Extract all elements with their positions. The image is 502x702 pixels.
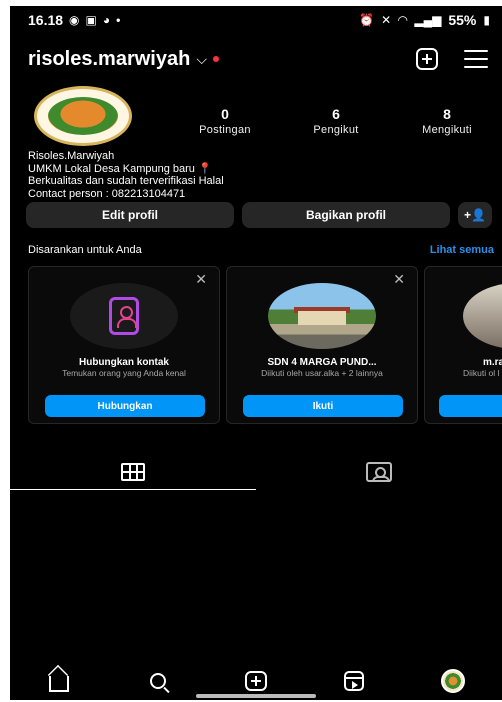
share-profile-button[interactable]: Bagikan profil bbox=[242, 202, 450, 228]
alarm-icon: ⏰ bbox=[359, 13, 375, 27]
profile-header: risoles.marwiyah ⌵ bbox=[10, 42, 502, 76]
profile-actions: Edit profil Bagikan profil +👤 bbox=[26, 202, 498, 228]
mute-icon: ✕ bbox=[381, 13, 392, 27]
tab-tagged[interactable] bbox=[256, 454, 502, 490]
card-name[interactable]: m.ra bbox=[483, 357, 502, 368]
stat-label: Pengikut bbox=[313, 124, 359, 136]
card-name: Hubungkan kontak bbox=[78, 357, 169, 368]
school-photo[interactable] bbox=[268, 283, 376, 349]
reels-icon bbox=[344, 671, 365, 691]
suggestion-card-school: ✕ SDN 4 MARGA PUND... Diikuti oleh usar.… bbox=[226, 266, 418, 424]
card-subtitle: Diikuti ol l bbox=[463, 368, 500, 378]
edit-profile-button[interactable]: Edit profil bbox=[26, 202, 234, 228]
bio-name: Risoles.Marwiyah bbox=[28, 150, 115, 162]
whatsapp-notification-icon: ◉ bbox=[69, 13, 80, 27]
stat-value: 6 bbox=[332, 106, 340, 122]
add-user-button[interactable]: +👤 bbox=[458, 202, 492, 228]
bio-line-1: UMKM Lokal Desa Kampung baru 📍 bbox=[28, 163, 224, 176]
home-icon bbox=[49, 676, 70, 692]
bio-line-1-text: UMKM Lokal Desa Kampung baru bbox=[28, 162, 195, 175]
create-icon bbox=[244, 671, 267, 691]
follow-button[interactable] bbox=[439, 395, 502, 417]
card-name[interactable]: SDN 4 MARGA PUND... bbox=[227, 357, 417, 368]
profile-avatar[interactable] bbox=[34, 86, 132, 146]
signal-icon: ▂▄▆ bbox=[414, 13, 442, 27]
battery-percent: 55% bbox=[448, 12, 477, 28]
battery-icon: ▮ bbox=[483, 13, 490, 27]
contact-book-icon bbox=[109, 297, 139, 335]
wifi-icon: ◠ bbox=[398, 13, 408, 27]
profile-tabs bbox=[10, 454, 502, 490]
add-user-icon: +👤 bbox=[464, 208, 486, 222]
status-bar: 16.18 ◉ ▣ ◕ • ⏰ ✕ ◠ ▂▄▆ 55% ▮ bbox=[10, 6, 502, 34]
message-notification-icon: ◕ bbox=[102, 13, 111, 27]
bio-line-2: Berkualitas dan sudah terverifikasi Hala… bbox=[28, 175, 224, 187]
suggestion-card-contacts: ✕ Hubungkan kontak Temukan orang yang An… bbox=[28, 266, 220, 424]
nav-profile[interactable] bbox=[433, 666, 473, 696]
more-notifications-icon: • bbox=[116, 13, 121, 27]
nav-create[interactable] bbox=[236, 666, 276, 696]
person-photo[interactable] bbox=[463, 283, 502, 349]
connect-button[interactable]: Hubungkan bbox=[45, 395, 205, 417]
tab-grid[interactable] bbox=[10, 454, 256, 490]
follow-button[interactable]: Ikuti bbox=[243, 395, 403, 417]
gallery-notification-icon: ▣ bbox=[85, 13, 97, 27]
suggestions-header: Disarankan untuk Anda Lihat semua bbox=[28, 244, 494, 256]
home-indicator[interactable] bbox=[196, 694, 316, 698]
username-switcher[interactable]: risoles.marwiyah bbox=[28, 48, 190, 71]
close-icon[interactable]: ✕ bbox=[195, 271, 207, 288]
status-time: 16.18 bbox=[28, 12, 64, 28]
stat-label: Postingan bbox=[199, 124, 251, 136]
stat-following[interactable]: 8 Mengikuti bbox=[402, 106, 492, 136]
profile-stats: 0 Postingan 6 Pengikut 8 Mengikuti bbox=[180, 106, 492, 136]
suggestion-card-partial: m.ra Diikuti ol l bbox=[424, 266, 502, 424]
see-all-link[interactable]: Lihat semua bbox=[430, 244, 494, 256]
suggestion-cards: ✕ Hubungkan kontak Temukan orang yang An… bbox=[28, 266, 502, 424]
bio-line-3: Contact person : 082213104471 bbox=[28, 187, 186, 200]
instagram-profile-screen: 16.18 ◉ ▣ ◕ • ⏰ ✕ ◠ ▂▄▆ 55% ▮ risoles.ma… bbox=[10, 6, 502, 700]
stat-followers[interactable]: 6 Pengikut bbox=[291, 106, 381, 136]
stat-value: 8 bbox=[443, 106, 451, 122]
create-post-button[interactable] bbox=[416, 48, 438, 70]
notification-dot bbox=[212, 56, 219, 62]
menu-button[interactable] bbox=[464, 50, 488, 68]
nav-reels[interactable] bbox=[334, 666, 374, 696]
tagged-person-icon bbox=[366, 462, 392, 482]
nav-home[interactable] bbox=[39, 666, 79, 696]
stat-posts[interactable]: 0 Postingan bbox=[180, 106, 270, 136]
search-icon bbox=[149, 673, 166, 689]
stat-label: Mengikuti bbox=[422, 124, 472, 136]
risoles-logo-image bbox=[48, 97, 118, 135]
card-subtitle: Diikuti oleh usar.alka + 2 lainnya bbox=[261, 368, 383, 378]
nav-search[interactable] bbox=[138, 666, 178, 696]
profile-bio: Risoles.Marwiyah UMKM Lokal Desa Kampung… bbox=[28, 150, 224, 200]
card-subtitle: Temukan orang yang Anda kenal bbox=[62, 368, 186, 378]
stat-value: 0 bbox=[221, 106, 229, 122]
suggestions-title: Disarankan untuk Anda bbox=[28, 244, 142, 256]
profile-avatar-icon bbox=[440, 669, 465, 693]
contacts-picture bbox=[70, 283, 178, 349]
close-icon[interactable]: ✕ bbox=[393, 271, 405, 288]
pin-icon: 📍 bbox=[197, 162, 212, 175]
chevron-down-icon[interactable]: ⌵ bbox=[196, 51, 207, 68]
grid-icon bbox=[121, 463, 145, 481]
